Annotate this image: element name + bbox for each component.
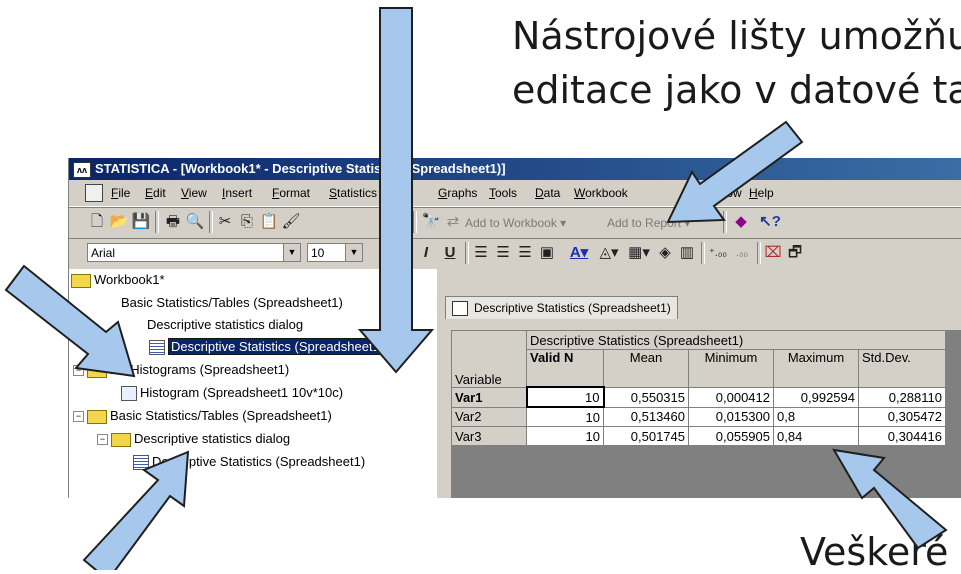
- arrow-diagonal-tree-lower-icon: [82, 450, 190, 570]
- arrow-diagonal-table-icon: [832, 448, 948, 550]
- arrow-diagonal-tree-upper-icon: [4, 264, 136, 378]
- arrow-diagonal-toolbar-icon: [666, 120, 804, 224]
- arrow-down-icon: [357, 7, 435, 374]
- annotation-arrows: [4, 7, 948, 570]
